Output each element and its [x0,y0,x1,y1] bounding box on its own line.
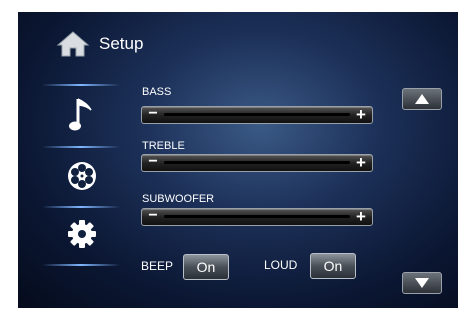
bass-track[interactable] [164,113,350,116]
bass-decrease-button[interactable]: − [145,106,161,123]
film-reel-icon [68,162,96,190]
divider [42,264,120,266]
scroll-up-button[interactable] [402,88,442,110]
bass-label: BASS [142,86,172,98]
sidebar-item-video[interactable] [62,156,102,196]
setup-screen: Setup BASS − + TREBLE − + SUBWOOFER − + … [18,12,458,308]
subwoofer-slider[interactable]: − + [141,208,373,226]
treble-increase-button[interactable]: + [353,154,369,171]
bass-increase-button[interactable]: + [353,106,369,123]
subwoofer-increase-button[interactable]: + [353,208,369,225]
sidebar [38,84,126,274]
page-title: Setup [99,34,144,53]
beep-label: BEEP [141,259,174,273]
divider [42,146,120,148]
music-note-icon [69,98,92,131]
sidebar-item-settings[interactable] [62,214,102,254]
loud-label: LOUD [264,258,298,272]
sidebar-item-audio[interactable] [62,96,102,136]
treble-decrease-button[interactable]: − [145,154,161,171]
subwoofer-label: SUBWOOFER [142,193,215,205]
divider [42,206,120,208]
treble-label: TREBLE [142,140,185,152]
divider [42,84,120,86]
scroll-down-button[interactable] [402,272,442,294]
treble-slider[interactable]: − + [141,154,373,172]
subwoofer-decrease-button[interactable]: − [145,208,161,225]
home-icon[interactable] [56,30,90,58]
loud-toggle-button[interactable]: On [310,253,356,279]
beep-toggle-button[interactable]: On [183,254,229,280]
bass-slider[interactable]: − + [141,106,373,124]
triangle-up-icon [415,94,429,104]
triangle-down-icon [415,278,429,288]
treble-track[interactable] [164,161,350,164]
header: Setup [56,30,143,58]
subwoofer-track[interactable] [164,215,350,218]
gear-icon [68,220,96,248]
